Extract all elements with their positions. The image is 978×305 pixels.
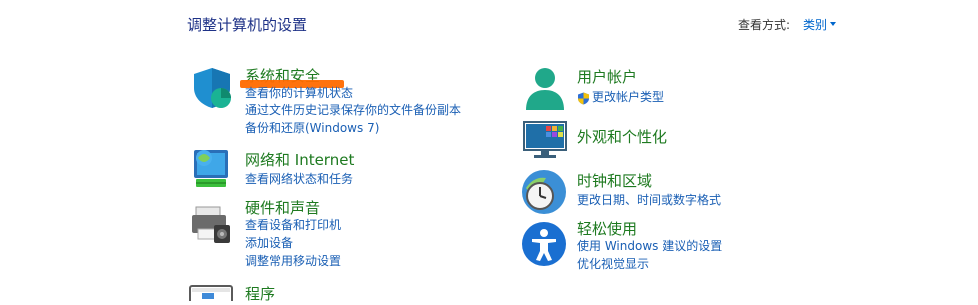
- monitor-personalization-icon[interactable]: [522, 120, 568, 160]
- clock-globe-icon[interactable]: [520, 168, 568, 216]
- network-globe-icon[interactable]: [188, 146, 234, 190]
- view-by-label: 查看方式:: [738, 18, 791, 32]
- category-title-appearance[interactable]: 外观和个性化: [577, 126, 667, 147]
- link-network-status[interactable]: 查看网络状态和任务: [245, 172, 353, 186]
- link-view-computer-status[interactable]: 查看你的计算机状态: [245, 86, 353, 100]
- link-backup-restore[interactable]: 备份和还原(Windows 7): [245, 121, 379, 135]
- link-add-device[interactable]: 添加设备: [245, 236, 293, 250]
- link-devices-printers[interactable]: 查看设备和打印机: [245, 218, 341, 232]
- page-title: 调整计算机的设置: [187, 16, 308, 34]
- link-change-account-type[interactable]: 更改帐户类型: [592, 90, 664, 104]
- category-title-hardware-sound[interactable]: 硬件和声音: [245, 197, 320, 218]
- user-accounts-icon[interactable]: [522, 66, 568, 112]
- link-mobility-settings[interactable]: 调整常用移动设置: [245, 254, 341, 268]
- ease-of-access-icon[interactable]: [520, 220, 568, 268]
- uac-shield-icon: [577, 90, 590, 105]
- shield-icon[interactable]: [190, 66, 236, 110]
- link-change-date-time-format[interactable]: 更改日期、时间或数字格式: [577, 193, 721, 207]
- link-file-history[interactable]: 通过文件历史记录保存你的文件备份副本: [245, 103, 461, 117]
- category-title-ease-of-access[interactable]: 轻松使用: [577, 218, 637, 239]
- view-by-dropdown[interactable]: 类别: [803, 16, 827, 33]
- programs-icon[interactable]: [188, 284, 234, 305]
- category-title-clock-region[interactable]: 时钟和区域: [577, 170, 652, 191]
- printer-icon[interactable]: [188, 203, 234, 247]
- category-title-network[interactable]: 网络和 Internet: [245, 149, 354, 170]
- link-recommended-settings[interactable]: 使用 Windows 建议的设置: [577, 239, 722, 253]
- category-title-user-accounts[interactable]: 用户帐户: [577, 66, 637, 87]
- link-optimize-visual-display[interactable]: 优化视觉显示: [577, 257, 649, 271]
- chevron-down-icon[interactable]: [830, 22, 836, 26]
